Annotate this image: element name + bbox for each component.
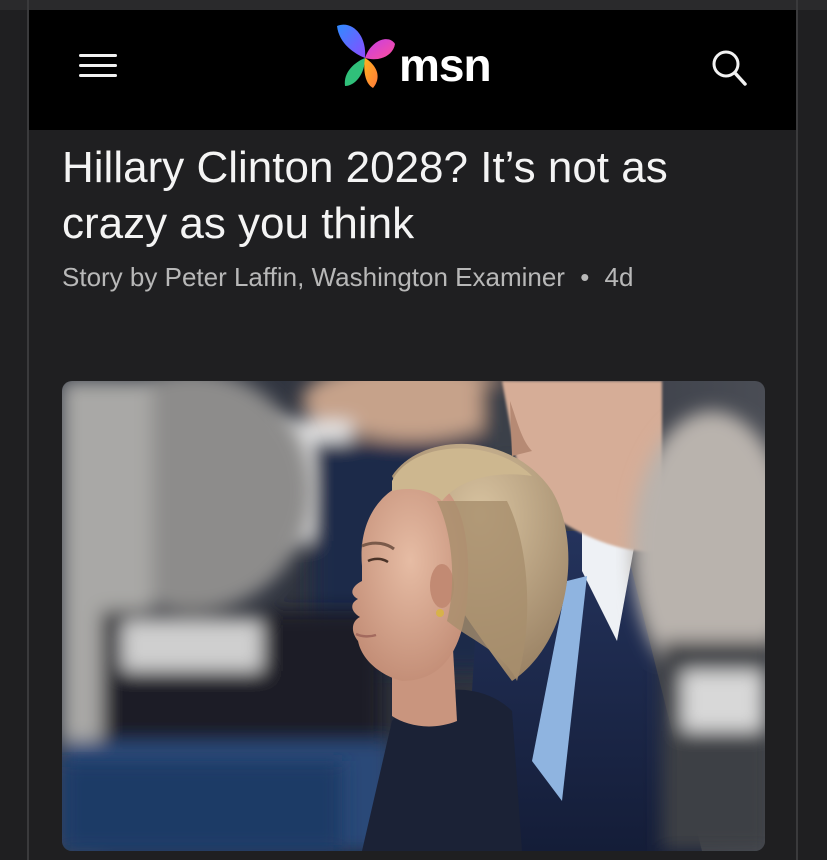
hamburger-menu-icon[interactable]: [79, 52, 117, 80]
hero-photo-illustration: [62, 381, 765, 851]
search-icon[interactable]: [709, 48, 749, 88]
brand-name: msn: [399, 39, 492, 91]
top-strip: [0, 0, 827, 10]
msn-logo[interactable]: msn: [331, 18, 511, 98]
butterfly-logo-icon: [337, 24, 395, 88]
app-header: msn: [29, 10, 796, 130]
byline-publication[interactable]: Washington Examiner: [312, 262, 565, 292]
byline-separator-dot: •: [580, 262, 590, 292]
frame-border-right: [796, 0, 798, 860]
byline-author[interactable]: Peter Laffin: [165, 262, 298, 292]
byline-prefix: Story by: [62, 262, 158, 292]
article-headline: Hillary Clinton 2028? It’s not as crazy …: [62, 143, 668, 248]
article-hero-image[interactable]: [62, 381, 765, 851]
article-byline: Story by Peter Laffin, Washington Examin…: [62, 262, 634, 292]
byline-age: 4d: [604, 262, 634, 292]
